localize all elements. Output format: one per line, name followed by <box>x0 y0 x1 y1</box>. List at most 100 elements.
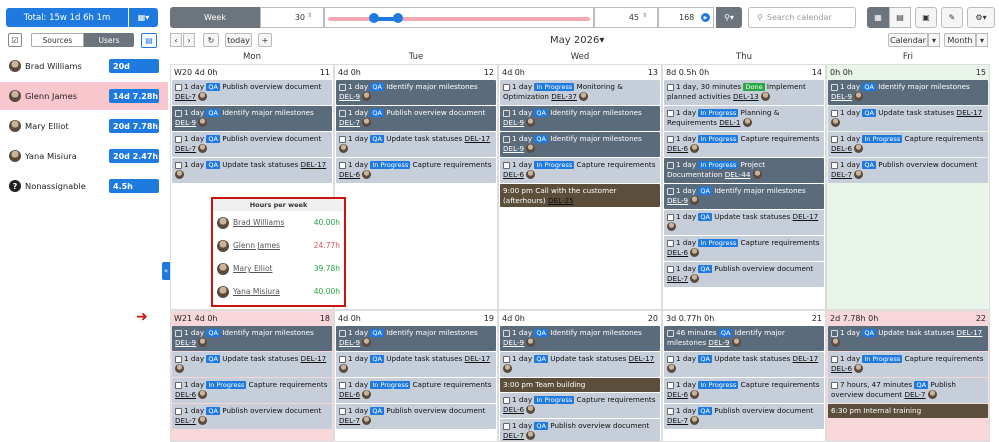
calendar-event[interactable]: 9:00 pm Call with the customer (afterhou… <box>500 184 660 207</box>
event-ref-link[interactable]: DEL-7 <box>904 390 925 399</box>
event-ref-link[interactable]: DEL-9 <box>503 144 524 153</box>
add-event-button[interactable]: ▣ <box>915 7 937 28</box>
month-title[interactable]: May 2026▾ <box>550 35 604 46</box>
calendar-event[interactable]: 1 day In Progress Planning & Requirement… <box>664 106 824 131</box>
calendar-event[interactable]: 1 day QA Publish overview document DEL-7 <box>500 419 660 441</box>
event-ref-link[interactable]: DEL-6 <box>667 390 688 399</box>
calendar-event[interactable]: 3:00 pm Team building <box>500 378 660 392</box>
person-row[interactable]: Mary Elliot 20d 7.78h <box>0 112 168 140</box>
calendar-event[interactable]: 1 day QA Identify major milestones DEL-9 <box>172 326 332 351</box>
event-ref-link[interactable]: DEL-17 <box>957 108 983 117</box>
edit-button[interactable]: ✎ <box>941 7 963 28</box>
day-cell[interactable]: 8d 0.5h 0h 14 1 day, 30 minutes Done Imple… <box>662 64 826 310</box>
calendar-event[interactable]: 1 day QA Update task statuses DEL-17 <box>664 210 824 235</box>
calendar-event[interactable]: 1 day QA Update task statuses DEL-17 <box>664 352 824 377</box>
event-ref-link[interactable]: DEL-6 <box>667 248 688 257</box>
calendar-event[interactable]: 1 day QA Identify major milestones DEL-9 <box>336 80 496 105</box>
hours-person-name[interactable]: Glenn James <box>233 241 314 250</box>
calendar-event[interactable]: 1 day In Progress Capture requirements D… <box>500 158 660 183</box>
play-icon[interactable]: ▶ <box>701 13 710 22</box>
search-input[interactable]: ⚲ Search calendar <box>748 7 856 28</box>
settings-button[interactable]: ⚙▾ <box>967 7 995 28</box>
event-ref-link[interactable]: DEL-37 <box>551 92 577 101</box>
calendar-event[interactable]: 1 day QA Publish overview document DEL-7 <box>172 132 332 157</box>
day-cell[interactable]: 4d 0h 20 1 day QA Identify major milestone… <box>498 310 662 442</box>
event-ref-link[interactable]: DEL-9 <box>175 338 196 347</box>
event-ref-link[interactable]: DEL-6 <box>339 390 360 399</box>
day-cell[interactable]: 2d 7.78h 0h 22 1 day QA Update task status… <box>826 310 990 442</box>
calendar-event[interactable]: 1 day In Progress Capture requirements D… <box>664 132 824 157</box>
day-cell[interactable]: W21 4d 0h 18 1 day QA Identify major miles… <box>170 310 334 442</box>
tab-users[interactable]: Users <box>84 33 134 47</box>
calendar-event[interactable]: 1 day QA Update task statuses DEL-17 <box>172 352 332 377</box>
next-button[interactable]: › <box>183 33 195 47</box>
add-button[interactable]: + <box>258 33 272 47</box>
calendar-event[interactable]: 1 day QA Update task statuses DEL-17 <box>828 106 988 131</box>
calendar-event[interactable]: 1 day QA Identify major milestones DEL-9 <box>664 184 824 209</box>
person-row[interactable]: Brad Williams 20d <box>0 52 168 80</box>
calendar-event[interactable]: 1 day QA Publish overview document DEL-7 <box>172 404 332 429</box>
event-ref-link[interactable]: DEL-7 <box>175 144 196 153</box>
month-select-caret[interactable]: ▾ <box>976 33 988 47</box>
event-ref-link[interactable]: DEL-6 <box>339 170 360 179</box>
calendar-event[interactable]: 1 day In Progress Capture requirements D… <box>664 236 824 261</box>
event-ref-link[interactable]: DEL-6 <box>831 364 852 373</box>
person-row[interactable]: Yana Misiura 20d 2.47h <box>0 142 168 170</box>
event-ref-link[interactable]: DEL-7 <box>667 416 688 425</box>
event-ref-link[interactable]: DEL-17 <box>793 212 819 221</box>
event-ref-link[interactable]: DEL-44 <box>725 170 751 179</box>
calendar-settings-button[interactable]: ▤ <box>141 33 157 48</box>
calendar-event[interactable]: 1 day, 30 minutes Done Implement planned… <box>664 80 824 105</box>
event-ref-link[interactable]: DEL-17 <box>957 328 983 337</box>
event-ref-link[interactable]: DEL-13 <box>733 92 759 101</box>
event-ref-link[interactable]: DEL-9 <box>667 196 688 205</box>
calendar-event[interactable]: 1 day QA Identify major milestones DEL-9 <box>172 106 332 131</box>
total-button[interactable]: Total: 15w 1d 6h 1m <box>6 8 128 27</box>
event-ref-link[interactable]: DEL-25 <box>548 196 574 205</box>
calendar-event[interactable]: 1 day QA Identify major milestones DEL-9 <box>500 326 660 351</box>
calendar-event[interactable]: 1 day QA Identify major milestones DEL-9 <box>828 80 988 105</box>
event-ref-link[interactable]: DEL-6 <box>175 390 196 399</box>
event-ref-link[interactable]: DEL-17 <box>301 160 327 169</box>
hours-person-name[interactable]: Brad Williams <box>233 218 314 227</box>
event-ref-link[interactable]: DEL-17 <box>465 134 491 143</box>
event-ref-link[interactable]: DEL-7 <box>175 92 196 101</box>
event-ref-link[interactable]: DEL-7 <box>339 416 360 425</box>
event-ref-link[interactable]: DEL-17 <box>465 354 491 363</box>
calendar-event[interactable]: 1 day QA Identify major milestones DEL-9 <box>500 132 660 157</box>
slider-handle-left[interactable] <box>369 13 379 23</box>
hours-person-name[interactable]: Yana Misiura <box>233 287 314 296</box>
range-slider[interactable] <box>324 7 594 28</box>
event-ref-link[interactable]: DEL-9 <box>708 338 729 347</box>
day-cell[interactable]: 3d 0.77h 0h 21 46 minutes QA Identify majo… <box>662 310 826 442</box>
calendar-view-button[interactable]: ▦ <box>867 7 889 28</box>
calendar-event[interactable]: 1 day QA Publish overview document DEL-7 <box>172 80 332 105</box>
calendar-event[interactable]: 1 day In Progress Capture requirements D… <box>336 378 496 403</box>
event-ref-link[interactable]: DEL-7 <box>175 416 196 425</box>
zoom-dropdown-button[interactable]: ⚲▾ <box>716 7 742 28</box>
hours-person-name[interactable]: Mary Elliot <box>233 264 314 273</box>
calendar-event[interactable]: 1 day In Progress Capture requirements D… <box>828 352 988 377</box>
today-button[interactable]: today <box>225 33 252 47</box>
collapse-panel-toggle[interactable]: « <box>162 262 170 280</box>
slider-handle-right[interactable] <box>393 13 403 23</box>
person-row[interactable]: Glenn James 14d 7.28h <box>0 82 168 110</box>
prev-button[interactable]: ‹ <box>170 33 182 47</box>
event-ref-link[interactable]: DEL-7 <box>667 274 688 283</box>
calendar-event[interactable]: 1 day QA Update task statuses DEL-17 <box>336 352 496 377</box>
list-view-button[interactable]: ▤ <box>889 7 911 28</box>
calendar-event[interactable]: 1 day QA Identify major milestones DEL-9 <box>500 106 660 131</box>
refresh-button[interactable]: ↻ <box>203 33 219 47</box>
event-ref-link[interactable]: DEL-6 <box>831 144 852 153</box>
calendar-dropdown-button[interactable]: ▦▾ <box>129 8 158 27</box>
calendar-event[interactable]: 1 day In Progress Capture requirements D… <box>500 393 660 418</box>
event-ref-link[interactable]: DEL-17 <box>629 354 655 363</box>
calendar-event[interactable]: 1 day QA Update task statuses DEL-17 <box>500 352 660 377</box>
person-row[interactable]: ? Nonassignable 4.5h <box>0 172 168 200</box>
calendar-event[interactable]: 1 day QA Identify major milestones DEL-9 <box>336 326 496 351</box>
calendar-event[interactable]: 1 day QA Update task statuses DEL-17 <box>172 158 332 183</box>
calendar-select-caret[interactable]: ▾ <box>928 33 940 47</box>
event-ref-link[interactable]: DEL-9 <box>339 92 360 101</box>
calendar-event[interactable]: 7 hours, 47 minutes QA Publish overview … <box>828 378 988 403</box>
event-ref-link[interactable]: DEL-6 <box>667 144 688 153</box>
